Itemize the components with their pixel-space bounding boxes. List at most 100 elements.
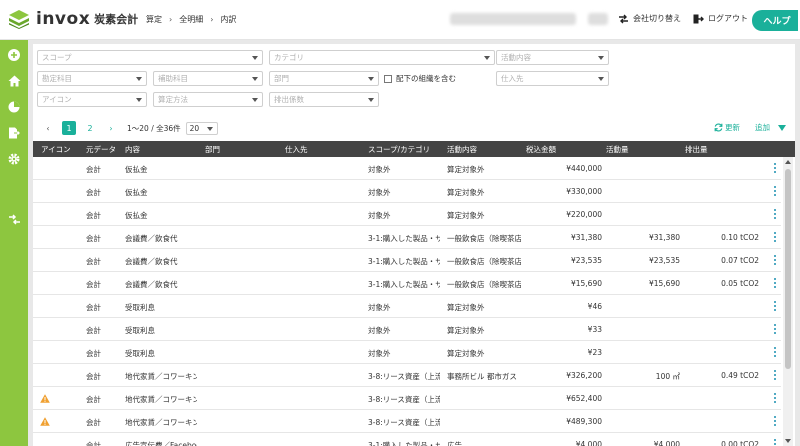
- table-row[interactable]: 会計 仮払金 対象外 算定対象外 ¥330,000: [33, 180, 781, 203]
- account-select-placeholder: 勘定科目: [42, 74, 72, 83]
- breadcrumb-item-calc[interactable]: 算定: [146, 14, 162, 25]
- cell-activity: 一般飲食店（除喫茶店: [447, 234, 521, 243]
- col-supplier[interactable]: 仕入先: [285, 144, 308, 155]
- cell-source: 会計: [86, 188, 101, 197]
- collapse-arrows-icon[interactable]: [6, 211, 22, 227]
- department-select-placeholder: 部門: [274, 74, 289, 83]
- row-menu-icon[interactable]: [774, 393, 776, 403]
- cell-activity: 算定対象外: [447, 211, 485, 220]
- next-page-icon[interactable]: ›: [104, 121, 118, 135]
- add-button[interactable]: 追加: [755, 122, 786, 133]
- page-info: 1〜20 / 全36件: [127, 123, 181, 133]
- col-content[interactable]: 内容: [125, 144, 140, 155]
- col-volume[interactable]: 活動量: [606, 144, 629, 155]
- cell-source: 会計: [86, 280, 101, 289]
- table-row[interactable]: 会計 地代家賃／コワーキン 3-8:リース資産（上流 ¥652,400: [33, 387, 781, 410]
- cell-amount: ¥23,535: [570, 256, 602, 265]
- home-icon[interactable]: [6, 73, 22, 89]
- cell-source: 会計: [86, 211, 101, 220]
- row-menu-icon[interactable]: [774, 370, 776, 380]
- file-export-icon[interactable]: [6, 125, 22, 141]
- page-size-select[interactable]: 20: [185, 121, 218, 135]
- refresh-icon: [714, 123, 723, 132]
- row-menu-icon[interactable]: [774, 209, 776, 219]
- col-activity[interactable]: 活動内容: [447, 144, 477, 155]
- cell-activity: 算定対象外: [447, 188, 485, 197]
- table-row[interactable]: 会計 受取利息 対象外 算定対象外 ¥33: [33, 318, 781, 341]
- table-row[interactable]: 会計 受取利息 対象外 算定対象外 ¥46: [33, 295, 781, 318]
- row-menu-icon[interactable]: [774, 347, 776, 357]
- cell-content: 会議費／飲食代: [125, 234, 178, 243]
- table-row[interactable]: 会計 受取利息 対象外 算定対象外 ¥23: [33, 341, 781, 364]
- cell-emission: 0.00 tCO2: [721, 440, 759, 446]
- scroll-down-icon[interactable]: [785, 439, 791, 443]
- row-menu-icon[interactable]: [774, 439, 776, 446]
- supplier-select[interactable]: 仕入先: [496, 71, 609, 86]
- switch-company-button[interactable]: 会社切り替え: [618, 13, 681, 24]
- icon-select[interactable]: アイコン: [37, 92, 147, 107]
- department-select[interactable]: 部門: [269, 71, 379, 86]
- row-menu-icon[interactable]: [774, 232, 776, 242]
- help-button[interactable]: ヘルプ: [752, 10, 798, 31]
- table-row[interactable]: 会計 仮払金 対象外 算定対象外 ¥440,000: [33, 157, 781, 180]
- col-source[interactable]: 元データ: [86, 144, 116, 155]
- calc-method-select-placeholder: 算定方法: [158, 95, 188, 104]
- table-row[interactable]: 会計 仮払金 対象外 算定対象外 ¥220,000: [33, 203, 781, 226]
- warning-icon: [40, 394, 50, 403]
- pie-chart-icon[interactable]: [6, 99, 22, 115]
- app-logo[interactable]: invox 炭素会計: [8, 9, 138, 29]
- cell-scope: 3-1:購入した製品・サ: [368, 257, 440, 266]
- col-scope[interactable]: スコープ/カテゴリ: [368, 144, 430, 155]
- table-header: アイコン 元データ 内容 部門 仕入先 スコープ/カテゴリ 活動内容 税込金額 …: [33, 141, 795, 157]
- category-select[interactable]: カテゴリ: [269, 50, 495, 65]
- table-scrollbar[interactable]: [783, 157, 793, 446]
- row-menu-icon[interactable]: [774, 416, 776, 426]
- row-menu-icon[interactable]: [774, 163, 776, 173]
- table-row[interactable]: 会計 会議費／飲食代 3-1:購入した製品・サ 一般飲食店（除喫茶店 ¥15,690 ¥1…: [33, 272, 781, 295]
- chevron-right-icon: ›: [169, 15, 173, 24]
- checkbox-box[interactable]: [384, 74, 392, 83]
- row-menu-icon[interactable]: [774, 301, 776, 311]
- row-menu-icon[interactable]: [774, 186, 776, 196]
- table-row[interactable]: 会計 地代家賃／コワーキン 3-8:リース資産（上流 ¥489,300: [33, 410, 781, 433]
- cell-scope: 3-1:購入した製品・サ: [368, 234, 440, 243]
- logout-button[interactable]: ログアウト: [693, 13, 748, 24]
- refresh-button[interactable]: 更新: [714, 122, 740, 133]
- table-row[interactable]: 会計 会議費／飲食代 3-1:購入した製品・サ 一般飲食店（除喫茶店 ¥31,380 ¥3…: [33, 226, 781, 249]
- app-subtitle: 炭素会計: [94, 13, 139, 26]
- row-menu-icon[interactable]: [774, 278, 776, 288]
- page-2-button[interactable]: 2: [83, 121, 97, 135]
- refresh-label: 更新: [725, 123, 740, 132]
- account-select[interactable]: 勘定科目: [37, 71, 147, 86]
- calc-method-select[interactable]: 算定方法: [153, 92, 263, 107]
- add-circle-icon[interactable]: [6, 47, 22, 63]
- breadcrumb-item-all[interactable]: 全明細: [179, 14, 203, 25]
- scroll-thumb[interactable]: [785, 169, 791, 369]
- col-icon[interactable]: アイコン: [41, 144, 71, 155]
- activity-select[interactable]: 活動内容: [496, 50, 609, 65]
- col-emission[interactable]: 排出量: [685, 144, 708, 155]
- row-menu-icon[interactable]: [774, 255, 776, 265]
- cell-content: 地代家賃／コワーキン: [125, 418, 197, 427]
- scope-select[interactable]: スコープ: [37, 50, 263, 65]
- prev-page-icon[interactable]: ‹: [41, 121, 55, 135]
- emission-factor-select[interactable]: 排出係数: [269, 92, 379, 107]
- col-department[interactable]: 部門: [205, 144, 220, 155]
- include-sub-orgs-label: 配下の組織を含む: [396, 74, 456, 83]
- table-row[interactable]: 会計 広告宣伝費／Faceboo 3-1:購入した製品・サ 広告 ¥4,000 ¥4,00…: [33, 433, 781, 446]
- company-name-redacted: [450, 13, 576, 25]
- col-amount[interactable]: 税込金額: [526, 144, 556, 155]
- page-1-button[interactable]: 1: [62, 121, 76, 135]
- logout-label: ログアウト: [708, 14, 748, 23]
- scroll-up-icon[interactable]: [785, 160, 791, 164]
- row-menu-icon[interactable]: [774, 324, 776, 334]
- include-sub-orgs-checkbox[interactable]: 配下の組織を含む: [384, 73, 456, 84]
- table-row[interactable]: 会計 地代家賃／コワーキン 3-8:リース資産（上流 事務所ビル 都市ガス ¥326,2…: [33, 364, 781, 387]
- cell-amount: ¥15,690: [570, 279, 602, 288]
- cell-scope: 3-1:購入した製品・サ: [368, 280, 440, 289]
- table-row[interactable]: 会計 会議費／飲食代 3-1:購入した製品・サ 一般飲食店（除喫茶店 ¥23,535 ¥2…: [33, 249, 781, 272]
- sub-account-select[interactable]: 補助科目: [153, 71, 263, 86]
- cell-volume: ¥31,380: [648, 233, 680, 242]
- cell-source: 会計: [86, 372, 101, 381]
- gear-icon[interactable]: [6, 151, 22, 167]
